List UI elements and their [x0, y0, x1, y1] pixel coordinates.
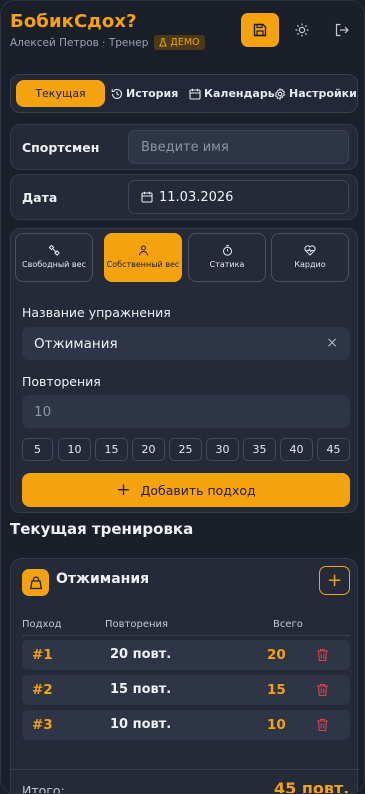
- tab-calendar[interactable]: Календарь: [189, 80, 275, 107]
- current-workout-title: Текущая тренировка: [10, 520, 194, 538]
- tab-current-label: Текущая: [35, 87, 86, 100]
- table-row: #1 20 повт. 20: [22, 640, 350, 670]
- quick-reps-15[interactable]: 15: [95, 438, 128, 461]
- date-picker-input[interactable]: 11.03.2026: [128, 180, 349, 214]
- kettlebell-icon: [22, 569, 49, 596]
- type-cardio-label: Кардио: [294, 260, 326, 270]
- athlete-name-input[interactable]: Введите имя: [128, 130, 349, 164]
- type-free-weight-label: Свободный вес: [22, 260, 86, 270]
- tab-history[interactable]: История: [111, 80, 178, 107]
- heart-pulse-icon: [304, 245, 316, 256]
- reps-placeholder: 10: [34, 403, 52, 420]
- add-set-label: Добавить подход: [140, 482, 256, 498]
- exercise-name-input[interactable]: Отжимания ×: [22, 327, 350, 360]
- date-value: 11.03.2026: [159, 189, 234, 205]
- set-number: #2: [32, 682, 53, 698]
- quick-reps-30[interactable]: 30: [206, 438, 239, 461]
- tab-current[interactable]: Текущая: [16, 80, 105, 107]
- app-title: БобикСдох?: [10, 11, 137, 32]
- set-total: 15: [267, 682, 286, 698]
- athlete-card: Спортсмен Введите имя: [10, 124, 358, 170]
- workout-exercise-name: Отжимания: [56, 571, 150, 587]
- total-divider: [11, 769, 359, 770]
- add-exercise-set-button[interactable]: +: [319, 566, 350, 595]
- add-set-button[interactable]: + Добавить подход: [22, 473, 350, 507]
- demo-badge: ДЕМО: [154, 35, 205, 50]
- tab-history-label: История: [126, 87, 179, 100]
- col-header-set: Подход: [22, 619, 62, 630]
- trash-icon[interactable]: [316, 682, 329, 701]
- date-label: Дата: [22, 190, 58, 205]
- col-header-total: Всего: [273, 619, 303, 630]
- col-header-reps: Повторения: [105, 619, 169, 630]
- set-total: 10: [267, 717, 286, 733]
- set-reps: 10 повт.: [110, 717, 172, 732]
- set-total: 20: [267, 647, 286, 663]
- exercise-entry-card: Свободный вес Собственный вес Статика Ка…: [10, 228, 358, 513]
- calendar-icon: [189, 88, 201, 100]
- flask-icon: [159, 38, 168, 47]
- gear-icon: [274, 87, 286, 100]
- set-number: #3: [32, 717, 53, 733]
- reps-input[interactable]: 10: [22, 395, 350, 428]
- quick-reps-40[interactable]: 40: [280, 438, 313, 461]
- header-divider: [22, 635, 350, 636]
- quick-reps-45[interactable]: 45: [317, 438, 350, 461]
- history-icon: [111, 88, 123, 99]
- athlete-label: Спортсмен: [22, 140, 100, 155]
- sun-icon: [295, 23, 309, 37]
- athlete-name-placeholder: Введите имя: [141, 139, 229, 155]
- type-bodyweight-label: Собственный вес: [106, 260, 180, 270]
- type-static-button[interactable]: Статика: [188, 233, 266, 282]
- set-reps: 20 повт.: [110, 647, 172, 662]
- floppy-disk-icon: [253, 23, 267, 37]
- type-static-label: Статика: [209, 260, 245, 270]
- calendar-icon: [141, 191, 153, 203]
- user-name-role: Алексей Петров · Тренер: [10, 36, 149, 49]
- reps-label: Повторения: [22, 374, 101, 389]
- type-free-weight-button[interactable]: Свободный вес: [15, 233, 93, 282]
- stopwatch-icon: [222, 245, 232, 256]
- dumbbell-icon: [48, 245, 60, 257]
- total-label: Итого:: [22, 783, 65, 794]
- table-row: #3 10 повт. 10: [22, 710, 350, 740]
- date-card: Дата 11.03.2026: [10, 174, 358, 220]
- exercise-name-value: Отжимания: [34, 335, 118, 352]
- type-bodyweight-button[interactable]: Собственный вес: [104, 233, 182, 282]
- tab-settings-label: Настройки: [289, 87, 357, 100]
- tab-calendar-label: Календарь: [204, 87, 275, 100]
- exercise-name-label: Название упражнения: [22, 305, 171, 320]
- plus-icon: +: [116, 479, 131, 500]
- demo-badge-label: ДЕМО: [170, 37, 200, 48]
- theme-toggle-button[interactable]: [283, 13, 321, 47]
- quick-reps-20[interactable]: 20: [132, 438, 165, 461]
- user-subtitle: Алексей Петров · Тренер ДЕМО: [10, 35, 205, 50]
- app-screen: БобикСдох? Алексей Петров · Тренер ДЕМО …: [0, 0, 365, 794]
- trash-icon[interactable]: [316, 717, 329, 736]
- logout-icon: [335, 23, 349, 37]
- trash-icon[interactable]: [316, 647, 329, 666]
- set-number: #1: [32, 647, 53, 663]
- person-icon: [138, 245, 148, 256]
- main-tabs: Текущая История Календарь Настройки: [10, 74, 358, 113]
- workout-exercise-card: Отжимания + Подход Повторения Всего #1 2…: [10, 558, 359, 794]
- quick-reps-10[interactable]: 10: [58, 438, 91, 461]
- tab-settings[interactable]: Настройки: [274, 80, 357, 107]
- set-reps: 15 повт.: [110, 682, 172, 697]
- quick-reps-5[interactable]: 5: [22, 438, 53, 461]
- quick-reps-25[interactable]: 25: [169, 438, 202, 461]
- type-cardio-button[interactable]: Кардио: [271, 233, 349, 282]
- logout-button[interactable]: [323, 13, 361, 47]
- clear-icon[interactable]: ×: [326, 335, 338, 351]
- save-button[interactable]: [241, 13, 279, 47]
- header: БобикСдох? Алексей Петров · Тренер ДЕМО: [1, 1, 364, 63]
- quick-reps-35[interactable]: 35: [243, 438, 276, 461]
- table-row: #2 15 повт. 15: [22, 675, 350, 705]
- total-value: 45 повт.: [274, 779, 350, 794]
